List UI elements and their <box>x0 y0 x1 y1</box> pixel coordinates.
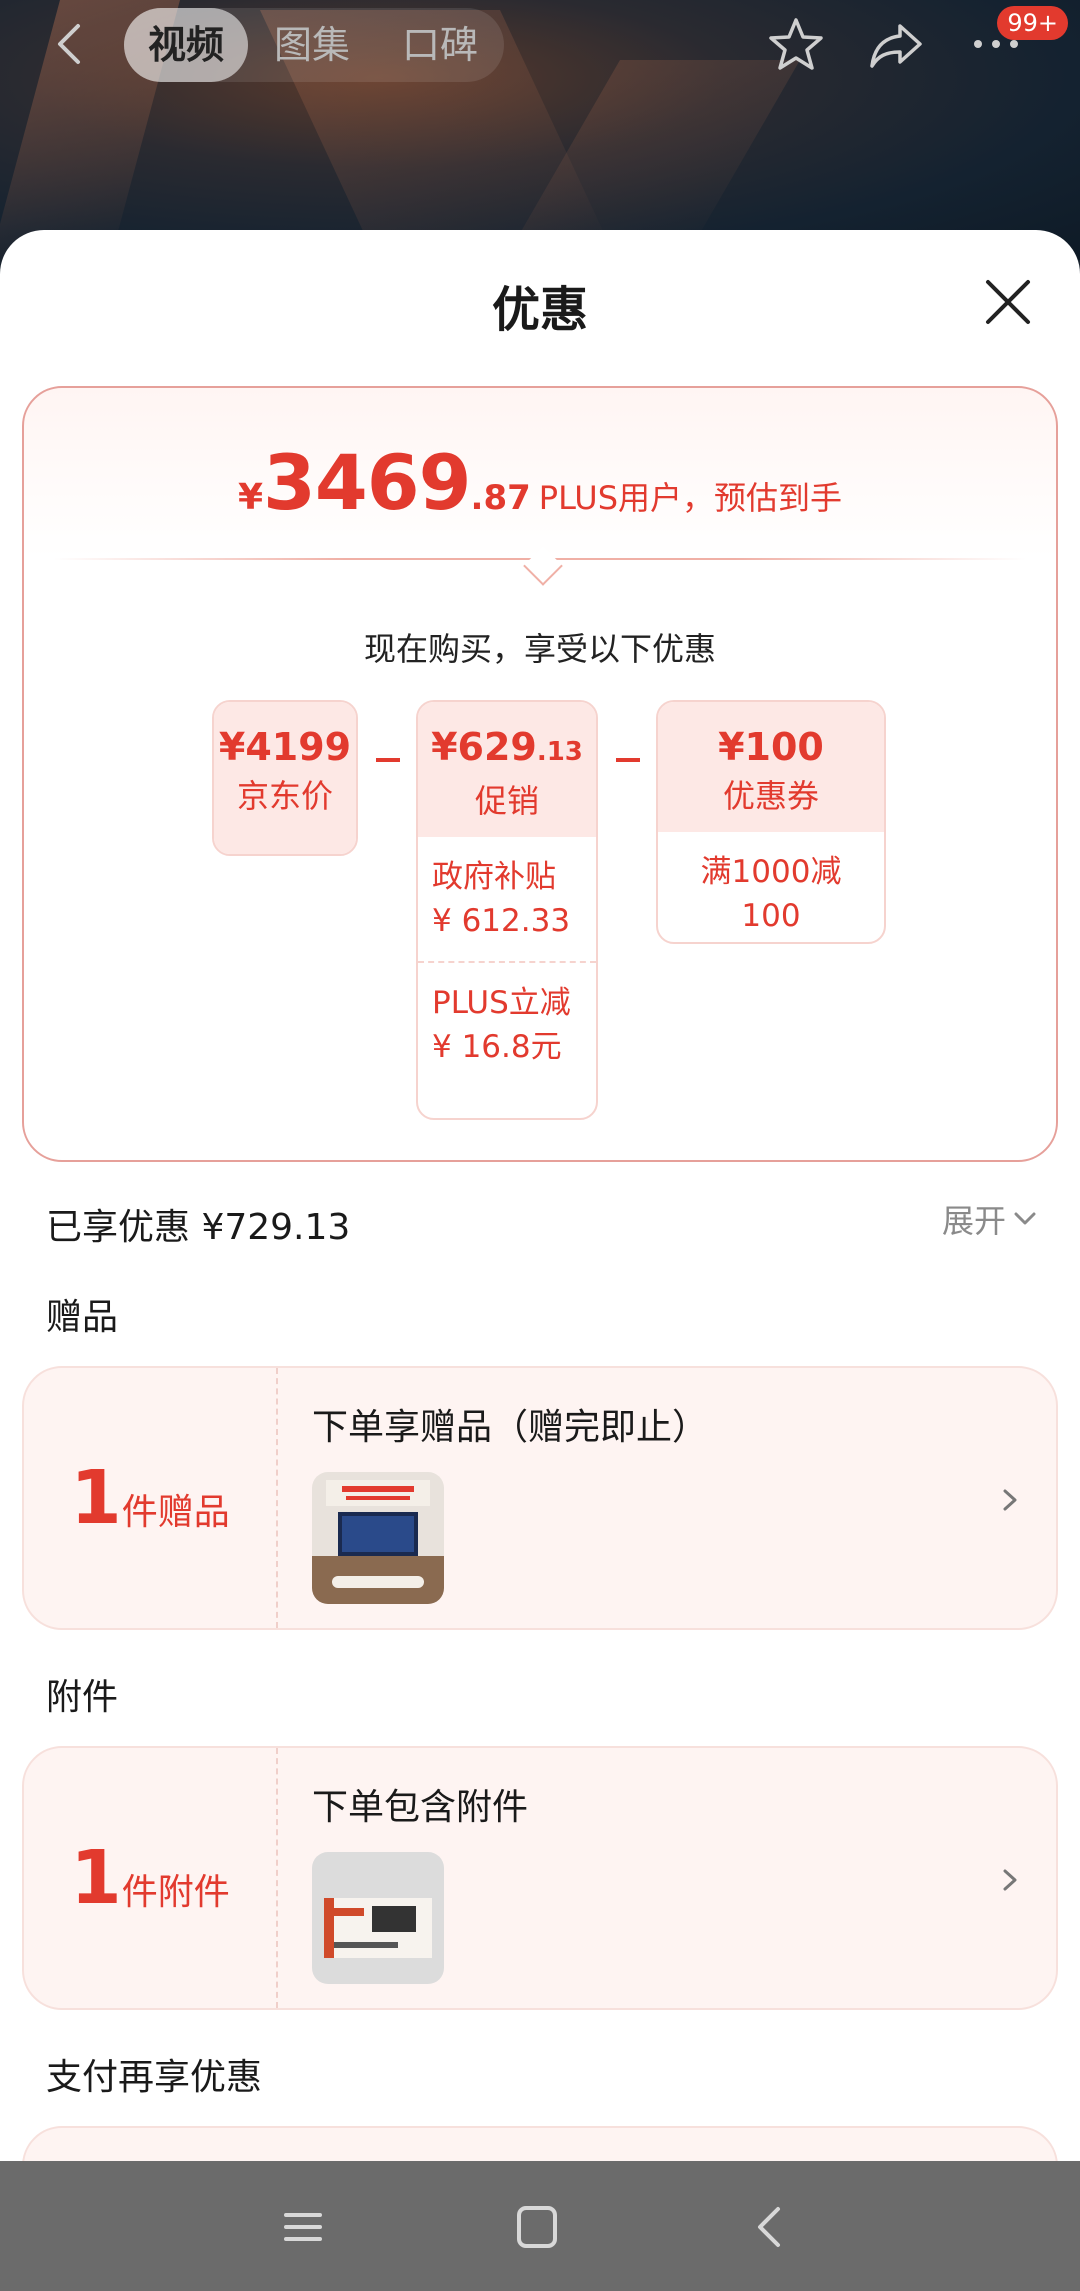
minus-sign <box>376 758 400 762</box>
share-icon[interactable] <box>866 16 926 72</box>
chevron-right-icon <box>1003 1869 1017 1891</box>
accessory-card[interactable]: 1 件附件 下单包含附件 <box>22 1746 1058 2010</box>
menu-icon[interactable] <box>278 2203 328 2251</box>
gift-card[interactable]: 1 件赠品 下单享赠品（赠完即止） <box>22 1366 1058 1630</box>
promo-label: 促销 <box>474 782 539 820</box>
tab-video[interactable]: 视频 <box>124 8 249 82</box>
promo-item: PLUS立减 ¥ 16.8元 <box>418 961 596 1087</box>
accessory-description: 下单包含附件 <box>312 1787 529 1828</box>
media-tabs: 视频 图集 口碑 <box>124 8 505 82</box>
gift-section-title: 赠品 <box>46 1297 119 1338</box>
promo-card: ¥629.13 促销 政府补贴 ¥ 612.33 PLUS立减 ¥ 16.8元 <box>416 700 598 1120</box>
price-summary-card: ¥3469.87 PLUS用户，预估到手 现在购买，享受以下优惠 ¥4199 京东… <box>22 386 1058 1162</box>
home-icon[interactable] <box>512 2203 562 2251</box>
notification-badge: 99+ <box>997 6 1068 40</box>
chevron-down-icon <box>1014 1212 1036 1225</box>
divider-notch <box>523 546 563 586</box>
accessory-thumbnail <box>312 1852 444 1984</box>
sheet-title: 优惠 <box>491 282 588 338</box>
coupon-card: ¥100 优惠券 满1000减100 <box>656 700 886 944</box>
top-header: 视频 图集 口碑 99+ <box>0 0 1080 88</box>
jd-price-card: ¥4199 京东价 <box>212 700 358 856</box>
coupon-amount: ¥100 <box>718 725 824 769</box>
back-nav-icon[interactable] <box>746 2203 796 2251</box>
tab-gallery[interactable]: 图集 <box>248 8 376 82</box>
tab-reviews[interactable]: 口碑 <box>376 8 504 82</box>
chevron-right-icon <box>1003 1489 1017 1511</box>
coupon-label: 优惠券 <box>722 777 819 815</box>
gift-description: 下单享赠品（赠完即止） <box>312 1407 709 1448</box>
jd-price-amount: ¥4199 <box>218 725 352 769</box>
promo-item: 政府补贴 ¥ 612.33 <box>432 859 571 939</box>
gift-thumbnail <box>312 1472 444 1604</box>
accessory-count: 1 件附件 <box>24 1748 278 2008</box>
close-icon[interactable] <box>982 276 1034 328</box>
payment-offer-card[interactable] <box>22 2126 1058 2161</box>
expand-button[interactable]: 展开 <box>942 1196 1036 1242</box>
back-icon[interactable] <box>50 22 90 66</box>
promo-amount: ¥629.13 <box>431 725 583 769</box>
star-icon[interactable] <box>766 16 826 72</box>
accessory-section-title: 附件 <box>46 1677 119 1718</box>
discount-sheet: 优惠 ¥3469.87 PLUS用户，预估到手 现在购买，享受以下优惠 ¥4199… <box>0 230 1080 2161</box>
gift-count: 1 件赠品 <box>24 1368 278 1628</box>
saved-total: 已享优惠 ¥729.13 <box>46 1207 351 1248</box>
estimated-price: ¥3469.87 PLUS用户，预估到手 <box>237 438 843 527</box>
buy-now-text: 现在购买，享受以下优惠 <box>363 630 716 668</box>
system-navigation-bar <box>0 2161 1080 2291</box>
coupon-item: 满1000减100 <box>700 854 842 934</box>
payment-section-title: 支付再享优惠 <box>46 2057 263 2098</box>
minus-sign <box>616 758 640 762</box>
jd-price-label: 京东价 <box>236 777 333 815</box>
